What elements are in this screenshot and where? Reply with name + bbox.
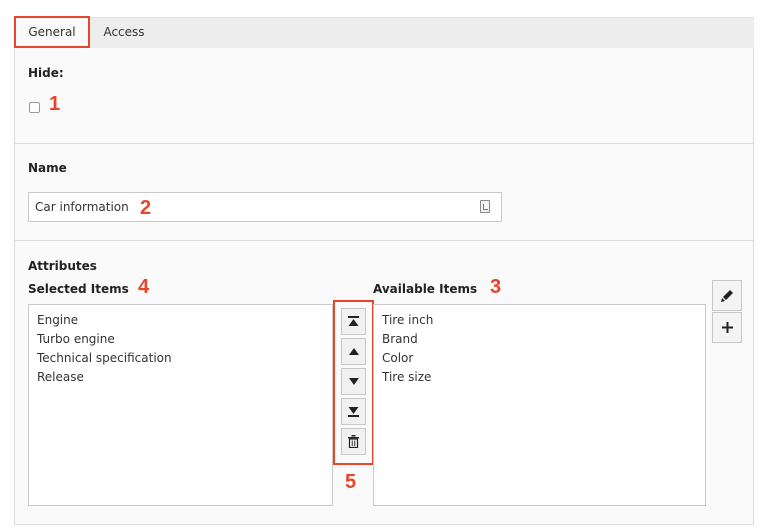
list-item[interactable]: Tire inch — [382, 313, 433, 327]
list-item[interactable]: Turbo engine — [37, 332, 115, 346]
marker-1: 1 — [49, 93, 61, 115]
name-label: Name — [28, 161, 67, 175]
list-item[interactable]: Brand — [382, 332, 418, 346]
list-controls — [333, 300, 374, 465]
section-divider — [15, 240, 753, 241]
edit-button[interactable] — [712, 280, 742, 311]
marker-2: 2 — [140, 197, 152, 219]
pencil-icon — [720, 290, 733, 302]
text-field-icon[interactable] — [480, 200, 490, 213]
section-divider — [15, 143, 753, 144]
available-items-label: Available Items — [373, 282, 478, 296]
hide-checkbox[interactable] — [29, 102, 40, 113]
available-items-list[interactable]: Tire inch Brand Color Tire size — [373, 304, 706, 506]
attributes-label: Attributes — [28, 259, 97, 273]
list-item[interactable]: Technical specification — [37, 351, 172, 365]
move-to-top-icon — [348, 316, 359, 326]
delete-button[interactable] — [341, 428, 366, 455]
move-down-icon — [348, 378, 359, 385]
move-to-top-button[interactable] — [341, 308, 366, 335]
list-item[interactable]: Color — [382, 351, 413, 365]
list-item[interactable]: Engine — [37, 313, 78, 327]
add-button[interactable] — [712, 312, 742, 343]
marker-4: 4 — [138, 276, 150, 298]
plus-icon — [721, 322, 733, 333]
move-to-bottom-button[interactable] — [341, 398, 366, 425]
move-to-bottom-icon — [348, 407, 359, 417]
move-up-icon — [348, 348, 359, 355]
selected-items-list[interactable]: Engine Turbo engine Technical specificat… — [28, 304, 333, 506]
hide-label: Hide: — [28, 66, 64, 80]
marker-3: 3 — [490, 276, 502, 298]
tab-general[interactable]: General — [14, 16, 90, 48]
list-item[interactable]: Release — [37, 370, 84, 384]
move-down-button[interactable] — [341, 368, 366, 395]
name-input[interactable]: Car information — [28, 192, 502, 222]
move-up-button[interactable] — [341, 338, 366, 365]
marker-5: 5 — [345, 471, 357, 493]
trash-icon — [348, 435, 359, 448]
list-item[interactable]: Tire size — [382, 370, 431, 384]
tab-access[interactable]: Access — [94, 18, 154, 47]
selected-items-label: Selected Items — [28, 282, 129, 296]
